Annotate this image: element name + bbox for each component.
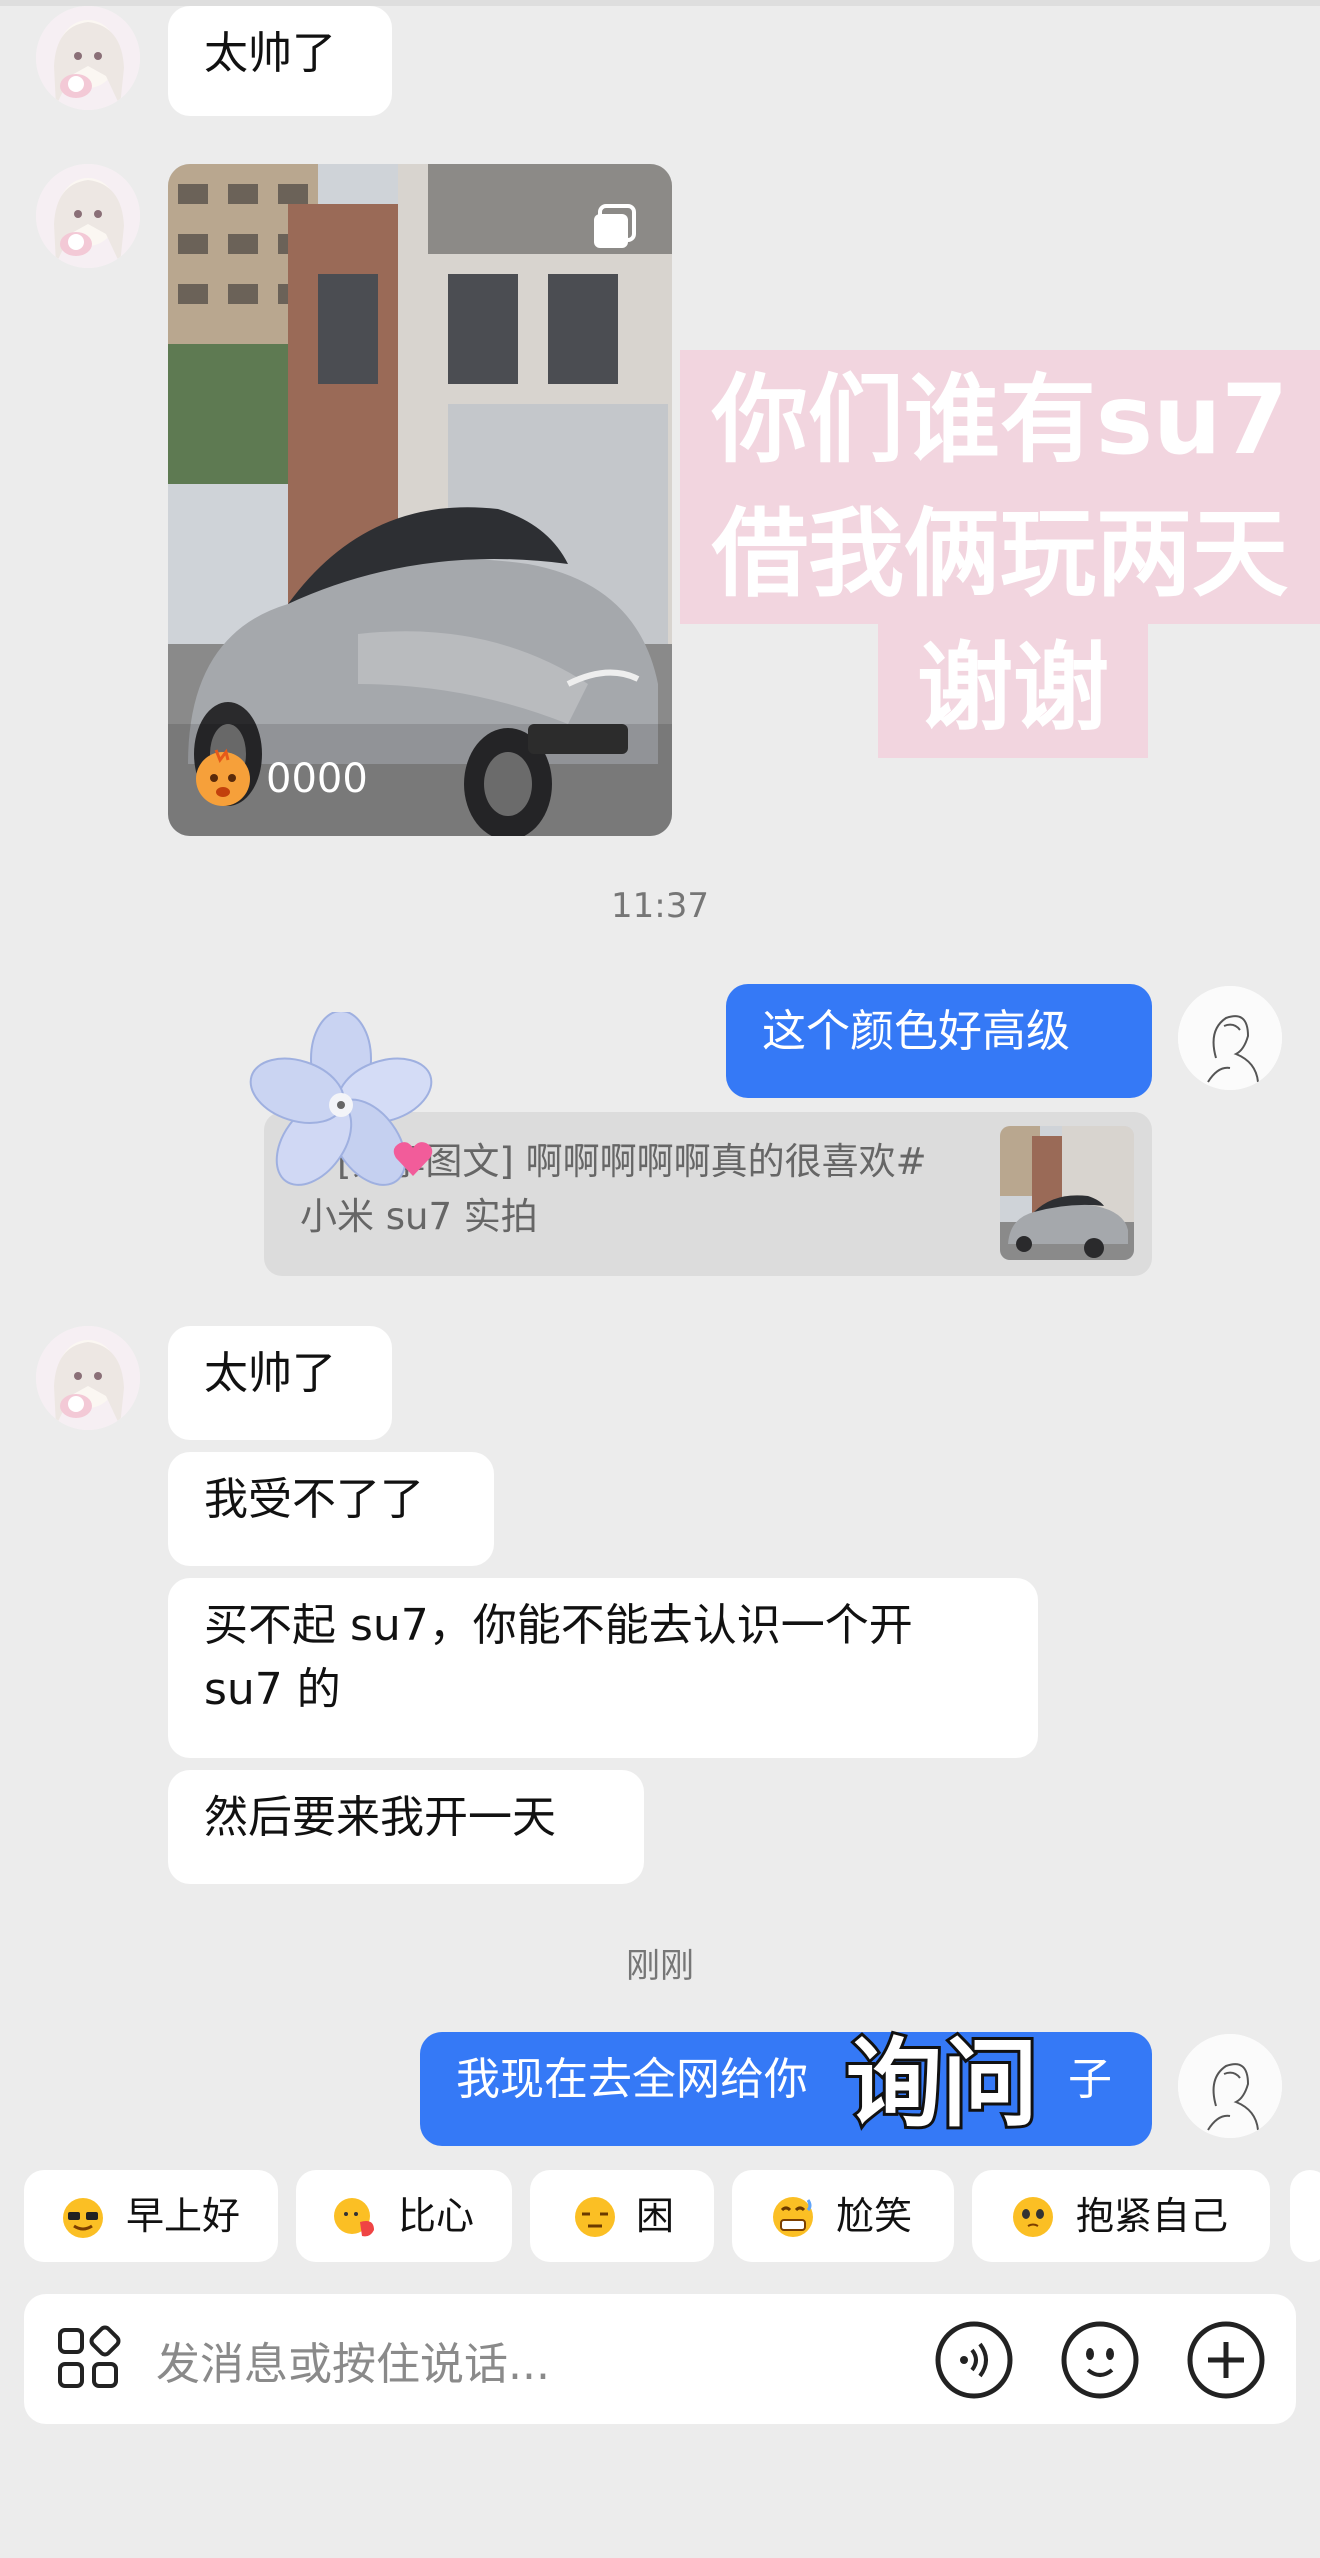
finger-heart-emoji-icon bbox=[334, 2198, 374, 2237]
quick-reply-chip[interactable]: 尬笑 bbox=[732, 2170, 954, 2262]
timestamp: 11:37 bbox=[611, 886, 709, 926]
quick-reply-label: 尬笑 bbox=[836, 2194, 913, 2238]
quick-reply-chip[interactable]: 困 bbox=[530, 2170, 714, 2262]
sticker-line-2: 借我俩玩两天 bbox=[680, 484, 1320, 624]
apps-grid-icon[interactable] bbox=[54, 2324, 124, 2394]
voice-icon[interactable] bbox=[934, 2320, 1014, 2400]
friend-avatar[interactable] bbox=[36, 164, 140, 268]
quick-reply-label: 抱紧自己 bbox=[1076, 2194, 1229, 2238]
friend-message[interactable]: 太帅了 bbox=[168, 1326, 392, 1440]
friend-message[interactable]: 然后要来我开一天 bbox=[168, 1770, 644, 1884]
quick-reply-chip[interactable]: 早上好 bbox=[24, 2170, 278, 2262]
angry-face-emoji-icon bbox=[196, 748, 250, 806]
sticker-text-overlay: 你们谁有su7 借我俩玩两天 谢谢 bbox=[680, 350, 1320, 810]
emoji-icon[interactable] bbox=[1060, 2320, 1140, 2400]
message-input-bar[interactable]: 发消息或按住说话... bbox=[24, 2294, 1296, 2424]
my-avatar[interactable] bbox=[1178, 2034, 1282, 2138]
sticker-line-3: 谢谢 bbox=[878, 618, 1148, 758]
quick-reply-bar: 早上好 比心 困 尬笑 抱紧自己 bbox=[0, 2170, 1320, 2266]
friend-message[interactable]: 太帅了 bbox=[168, 6, 392, 116]
quick-reply-chip[interactable]: 抱紧自己 bbox=[972, 2170, 1270, 2262]
friend-message[interactable]: 买不起 su7，你能不能去认识一个开 su7 的 bbox=[168, 1578, 1038, 1758]
multi-photo-icon bbox=[594, 204, 636, 248]
photo-like-count: 0000 bbox=[266, 756, 368, 802]
awkward-grin-emoji-icon bbox=[773, 2197, 813, 2237]
quick-reply-label: 比心 bbox=[398, 2194, 475, 2238]
sun-glasses-emoji-icon bbox=[63, 2198, 103, 2238]
friend-avatar[interactable] bbox=[36, 6, 140, 110]
friend-avatar[interactable] bbox=[36, 1326, 140, 1430]
pink-heart-icon bbox=[393, 1142, 433, 1176]
my-message[interactable]: 这个颜色好高级 bbox=[726, 984, 1152, 1098]
quick-reply-chip-partial[interactable] bbox=[1290, 2170, 1320, 2262]
my-message-text: 我现在去全网给你 bbox=[456, 2054, 808, 2105]
self-hug-emoji-icon bbox=[1013, 2197, 1053, 2237]
timestamp: 刚刚 bbox=[626, 1946, 694, 1986]
sleepy-face-emoji-icon bbox=[575, 2197, 615, 2237]
my-message[interactable]: 我现在去全网给你 子 bbox=[420, 2032, 1152, 2146]
video-caption-overlay: 询问 bbox=[843, 2025, 1041, 2143]
quoted-thumbnail[interactable] bbox=[1000, 1126, 1134, 1260]
sticker-line-1: 你们谁有su7 bbox=[680, 350, 1320, 490]
my-avatar[interactable] bbox=[1178, 986, 1282, 1090]
quick-reply-label: 早上好 bbox=[126, 2194, 241, 2238]
quick-reply-label: 困 bbox=[636, 2194, 675, 2238]
shared-car-photo[interactable]: 0000 bbox=[168, 164, 672, 836]
my-message-tail: 子 bbox=[1068, 2054, 1112, 2105]
friend-message[interactable]: 我受不了了 bbox=[168, 1452, 494, 1566]
plus-icon[interactable] bbox=[1186, 2320, 1266, 2400]
quick-reply-chip[interactable]: 比心 bbox=[296, 2170, 512, 2262]
message-input-placeholder[interactable]: 发消息或按住说话... bbox=[156, 2328, 550, 2392]
